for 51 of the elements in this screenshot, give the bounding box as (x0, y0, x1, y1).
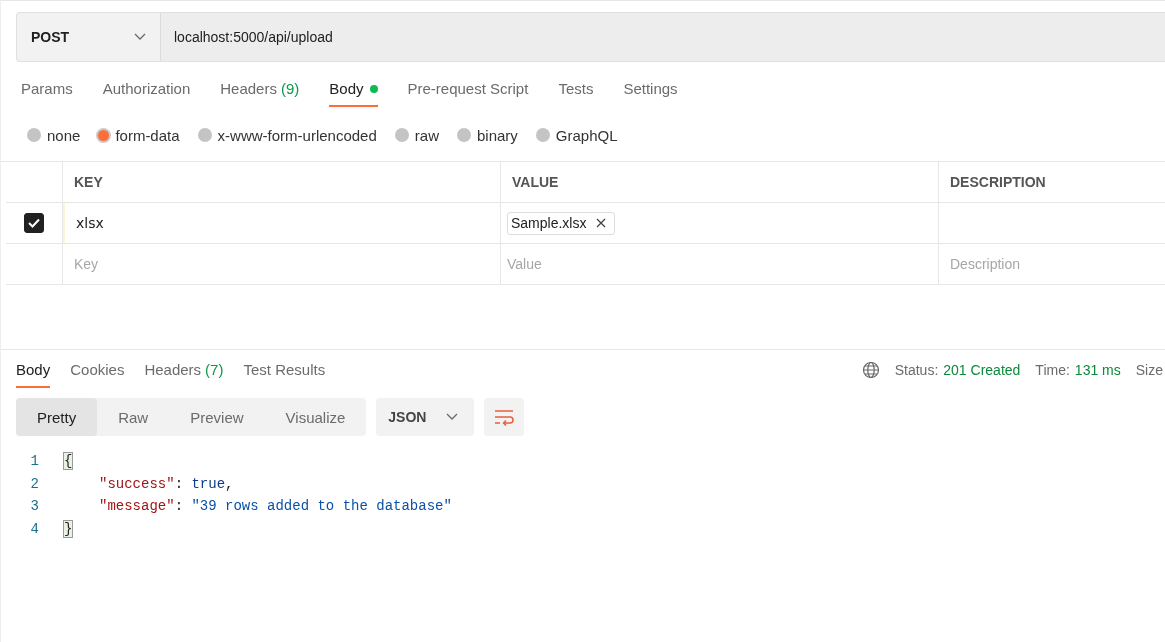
body-type-radio[interactable]: raw (394, 126, 439, 144)
line-number: 4 (29, 520, 40, 537)
value-field[interactable]: Value (507, 256, 895, 272)
code-line: "message": "39 rows added to the database" (98, 498, 452, 515)
status-label: Status: (894, 362, 939, 378)
column-header: KEY (74, 174, 103, 190)
body-type-radio[interactable]: none (27, 126, 81, 144)
method-dropdown[interactable]: POST (16, 12, 161, 62)
checkmark-icon (28, 218, 40, 228)
view-mode-tab[interactable]: Visualize (264, 398, 367, 436)
close-icon[interactable] (596, 217, 607, 228)
checkbox[interactable] (24, 213, 44, 233)
response-tab[interactable]: Body (16, 361, 51, 388)
line-number: 3 (29, 498, 40, 515)
time-value: 131 ms (1074, 362, 1121, 378)
request-tab[interactable]: Body (329, 80, 378, 107)
time-label: Time: (1035, 362, 1070, 378)
line-number: 1 (29, 453, 40, 470)
request-tab[interactable]: Settings (623, 80, 678, 107)
body-type-radio[interactable]: GraphQL (535, 126, 618, 144)
chevron-down-icon (134, 33, 146, 41)
response-tab[interactable]: Cookies (70, 361, 125, 388)
description-field[interactable]: Description (950, 256, 1144, 272)
url-field[interactable]: localhost:5000/api/upload (161, 12, 1165, 62)
body-type-radio[interactable]: x-www-form-urlencoded (197, 126, 377, 144)
chevron-down-icon (446, 413, 459, 421)
column-header: VALUE (512, 174, 559, 190)
wrap-lines-button[interactable] (484, 398, 525, 436)
request-tab[interactable]: Params (21, 80, 73, 107)
request-tab[interactable]: Headers (9) (220, 80, 300, 107)
size-label: Size (1135, 362, 1163, 378)
response-tab[interactable]: Test Results (243, 361, 326, 388)
format-dropdown[interactable]: JSON (376, 398, 475, 436)
view-mode-tab[interactable]: Raw (97, 398, 170, 436)
code-line: "success": true, (98, 475, 234, 492)
view-mode-tab[interactable]: Pretty (16, 398, 98, 436)
file-chip[interactable]: Sample.xlsx (507, 211, 616, 235)
body-type-radio[interactable]: form-data (98, 126, 180, 144)
status-value: 201 Created (943, 362, 1021, 378)
line-number: 2 (29, 475, 40, 492)
table-cell: xlsx (76, 215, 104, 231)
body-type-radio[interactable]: binary (456, 126, 518, 144)
wrap-lines-icon (493, 408, 516, 426)
response-tab[interactable]: Headers (7) (144, 361, 224, 388)
view-mode-tab[interactable]: Preview (169, 398, 265, 436)
globe-icon[interactable] (861, 361, 880, 379)
request-tab[interactable]: Pre-request Script (407, 80, 529, 107)
column-header: DESCRIPTION (950, 174, 1046, 190)
request-tab[interactable]: Tests (558, 80, 594, 107)
request-tab[interactable]: Authorization (102, 80, 191, 107)
key-field[interactable]: Key (74, 256, 458, 272)
